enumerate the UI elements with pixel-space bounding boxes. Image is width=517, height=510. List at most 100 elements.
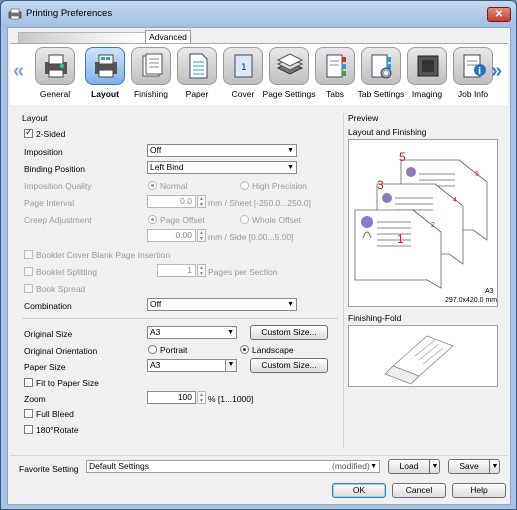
favorite-setting-label: Favorite Setting	[19, 464, 79, 474]
combination-value: Off	[150, 299, 162, 309]
chevron-down-icon[interactable]: ▼	[489, 460, 500, 473]
dialog-client-area: Advanced « General Layout Finishing Pape…	[7, 27, 511, 505]
chevron-down-icon: ▼	[287, 147, 294, 154]
close-button[interactable]: ✕	[487, 7, 511, 22]
original-size-value: A3	[150, 327, 161, 337]
creep-value-spinner[interactable]: ▲ ▼	[197, 229, 206, 242]
preview-paper-name: A3	[485, 288, 494, 295]
portrait-label: Portrait	[160, 345, 188, 355]
section-layout-label: Layout	[22, 113, 48, 123]
full-bleed-checkbox[interactable]	[24, 409, 33, 418]
paper-custom-size-button[interactable]: Custom Size...	[250, 358, 328, 373]
fit-to-paper-checkbox[interactable]	[24, 378, 33, 387]
chevron-down-icon[interactable]: ▼	[429, 460, 440, 473]
combination-select[interactable]: Off ▼	[147, 298, 297, 311]
settings-tabstrip: « General Layout Finishing Paper 1 Cover…	[10, 43, 508, 105]
booklet-blank-label: Booklet Cover Blank Page Insertion	[36, 250, 171, 260]
page-interval-input[interactable]: 0.0	[147, 195, 196, 208]
imaging-icon	[407, 47, 447, 85]
landscape-radio[interactable]	[240, 345, 249, 354]
booklet-blank-checkbox[interactable]	[24, 250, 33, 259]
favorite-setting-select[interactable]: Default Settings (modified) ▼	[86, 460, 380, 473]
two-sided-checkbox[interactable]	[24, 127, 33, 138]
portrait-radio[interactable]	[148, 345, 157, 354]
tab-job-info[interactable]: i Job Info	[450, 46, 496, 104]
paper-size-select[interactable]: A3 ▼	[147, 359, 237, 372]
load-button[interactable]: Load ▼	[388, 459, 440, 474]
page-interval-spinner[interactable]: ▲ ▼	[197, 195, 206, 208]
preview-section-label: Preview	[348, 113, 379, 123]
original-size-label: Original Size	[24, 329, 73, 339]
quality-normal-label: Normal	[160, 181, 188, 191]
zoom-spinner[interactable]: ▲ ▼	[197, 391, 206, 404]
svg-text:i: i	[478, 67, 481, 77]
imposition-label: Imposition	[24, 147, 63, 157]
booklet-splitting-label: Booklet Splitting	[36, 267, 97, 277]
layout-finishing-label: Layout and Finishing	[348, 127, 427, 137]
page-number-label: 6	[475, 171, 479, 178]
paper-size-value: A3	[150, 360, 161, 370]
layout-icon	[85, 47, 125, 85]
booklet-pages-unit: Pages per Section	[208, 267, 278, 277]
save-button[interactable]: Save ▼	[448, 459, 500, 474]
original-custom-size-button[interactable]: Custom Size...	[250, 325, 328, 340]
cancel-button[interactable]: Cancel	[392, 483, 446, 498]
two-sided-label: 2-Sided	[36, 129, 66, 139]
booklet-pages-input[interactable]: 1	[157, 264, 196, 277]
imposition-select[interactable]: Off ▼	[147, 144, 297, 157]
booklet-pages-spinner[interactable]: ▲ ▼	[197, 264, 206, 277]
finishing-fold-preview	[348, 325, 498, 387]
finishing-icon	[131, 47, 171, 85]
vertical-divider	[343, 113, 344, 448]
imposition-quality-label: Imposition Quality	[24, 181, 92, 191]
rotate-180-checkbox[interactable]	[24, 425, 33, 434]
creep-whole-offset-radio[interactable]	[240, 215, 249, 224]
finishing-fold-label: Finishing-Fold	[348, 313, 402, 323]
full-bleed-label: Full Bleed	[36, 409, 74, 419]
page-interval-unit: mm / Sheet [-250.0...250.0]	[208, 198, 312, 208]
creep-value-input[interactable]: 0.00	[147, 229, 196, 242]
page-number-label: 2	[431, 222, 435, 229]
page-number-label: 1	[397, 232, 404, 246]
creep-adjustment-label: Creep Adjustment	[24, 215, 92, 225]
divider	[22, 318, 338, 319]
quality-high-label: High Precision	[252, 181, 307, 191]
imposition-value: Off	[150, 145, 162, 155]
job-info-icon: i	[453, 47, 493, 85]
layout-settings-panel: Layout 2-Sided Imposition Off ▼ Binding P…	[10, 109, 508, 454]
original-size-select[interactable]: A3 ▼	[147, 326, 237, 339]
fold-preview-graphic	[384, 335, 454, 385]
chevron-down-icon: ▼	[225, 360, 236, 371]
scroll-right-icon[interactable]: »	[491, 60, 502, 83]
booklet-splitting-checkbox[interactable]	[24, 267, 33, 276]
book-spread-label: Book Spread	[36, 284, 86, 294]
title-bar[interactable]: Printing Preferences ✕	[1, 1, 516, 27]
printer-app-icon	[8, 8, 22, 20]
favorite-modified-label: (modified)	[332, 461, 370, 471]
book-spread-checkbox[interactable]	[24, 284, 33, 293]
zoom-input[interactable]: 100	[147, 391, 196, 404]
tab-advanced[interactable]: Advanced	[145, 30, 191, 44]
page-number-label: 3	[377, 178, 384, 192]
scroll-left-icon[interactable]: «	[13, 60, 24, 83]
help-button[interactable]: Help	[452, 483, 506, 498]
favorite-setting-value: Default Settings	[89, 461, 150, 471]
binding-position-select[interactable]: Left Bind ▼	[147, 161, 297, 174]
creep-unit: mm / Side [0.00...5.00]	[208, 232, 294, 242]
paper-icon	[177, 47, 217, 85]
tab-general[interactable]: General	[32, 46, 78, 104]
ok-button[interactable]: OK	[332, 483, 386, 498]
binding-position-label: Binding Position	[24, 164, 85, 174]
tabs-icon	[315, 47, 355, 85]
page-interval-label: Page Interval	[24, 198, 75, 208]
window-title: Printing Preferences	[26, 8, 113, 19]
creep-whole-offset-label: Whole Offset	[252, 215, 301, 225]
creep-page-offset-radio[interactable]	[148, 215, 157, 224]
page-settings-icon	[269, 47, 309, 85]
original-orientation-label: Original Orientation	[24, 346, 98, 356]
chevron-down-icon: ▼	[227, 329, 234, 336]
preview-paper-dims: 297.0x420.0 mm	[445, 297, 498, 304]
quality-high-radio[interactable]	[240, 181, 249, 190]
zoom-unit: % [1...1000]	[208, 394, 254, 404]
quality-normal-radio[interactable]	[148, 181, 157, 190]
